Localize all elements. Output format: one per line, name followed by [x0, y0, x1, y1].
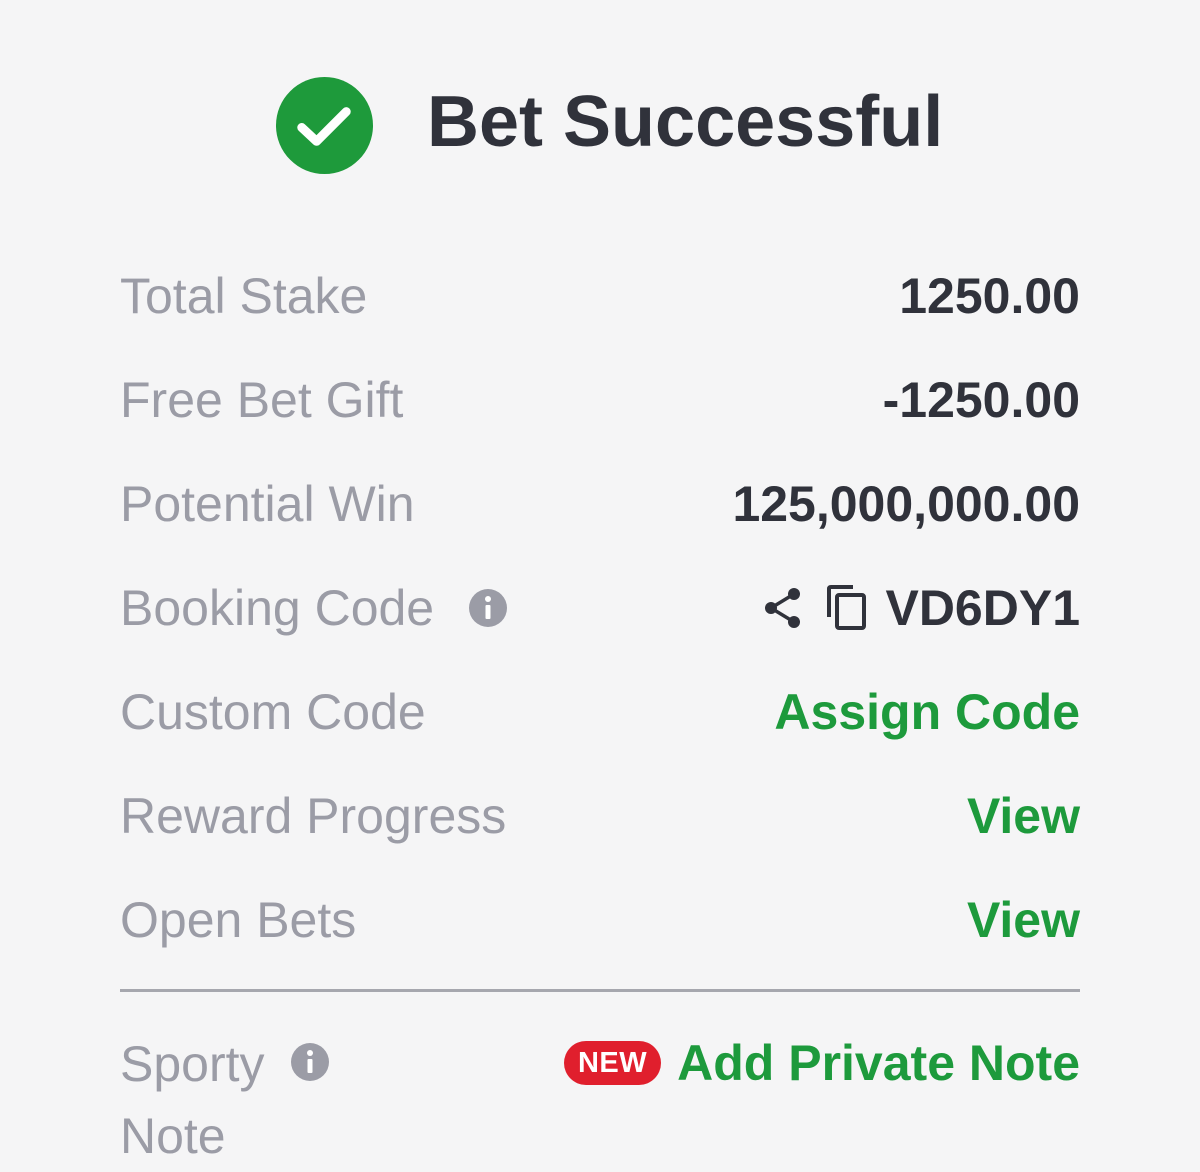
- sporty-note-label-line2: Note: [120, 1108, 226, 1164]
- share-icon[interactable]: [763, 586, 803, 630]
- bet-summary: Total Stake 1250.00 Free Bet Gift -1250.…: [120, 244, 1080, 972]
- add-private-note-button[interactable]: NEW Add Private Note: [563, 1034, 1080, 1092]
- page-title: Bet Successful: [427, 82, 944, 162]
- sporty-note-label: Sporty Note: [120, 1028, 380, 1172]
- free-bet-gift-label: Free Bet Gift: [120, 372, 404, 428]
- booking-code-label-group: Booking Code: [120, 579, 508, 637]
- free-bet-gift-value: -1250.00: [882, 372, 1080, 428]
- total-stake-value: 1250.00: [899, 268, 1080, 324]
- custom-code-label: Custom Code: [120, 684, 426, 740]
- copy-icon[interactable]: [825, 585, 867, 631]
- total-stake-row: Total Stake 1250.00: [120, 244, 1080, 348]
- free-bet-gift-row: Free Bet Gift -1250.00: [120, 348, 1080, 452]
- check-circle-icon: [275, 76, 374, 175]
- custom-code-row: Custom Code Assign Code: [120, 660, 1080, 764]
- booking-code-label: Booking Code: [120, 580, 435, 636]
- reward-progress-view-link[interactable]: View: [967, 787, 1080, 845]
- potential-win-label: Potential Win: [120, 476, 415, 532]
- add-private-note-label: Add Private Note: [677, 1035, 1080, 1091]
- info-icon[interactable]: [290, 1042, 330, 1082]
- booking-code-value-group: VD6DY1: [763, 579, 1080, 637]
- sporty-note-label-line1: Sporty: [120, 1036, 265, 1092]
- potential-win-value: 125,000,000.00: [732, 476, 1080, 532]
- total-stake-label: Total Stake: [120, 268, 368, 324]
- sporty-note-row: Sporty Note NEW Add Private Note: [120, 1028, 1080, 1168]
- info-icon[interactable]: [468, 588, 508, 628]
- assign-code-link[interactable]: Assign Code: [774, 683, 1080, 741]
- booking-code-value[interactable]: VD6DY1: [885, 579, 1080, 637]
- open-bets-view-link[interactable]: View: [967, 891, 1080, 949]
- divider: [120, 989, 1080, 992]
- open-bets-row: Open Bets View: [120, 868, 1080, 972]
- reward-progress-label: Reward Progress: [120, 788, 507, 844]
- potential-win-row: Potential Win 125,000,000.00: [120, 452, 1080, 556]
- open-bets-label: Open Bets: [120, 892, 357, 948]
- new-badge: NEW: [563, 1041, 662, 1085]
- booking-code-row: Booking Code VD6DY1: [120, 556, 1080, 660]
- success-header: Bet Successful: [0, 72, 1200, 176]
- reward-progress-row: Reward Progress View: [120, 764, 1080, 868]
- booking-code-actions: [763, 585, 885, 631]
